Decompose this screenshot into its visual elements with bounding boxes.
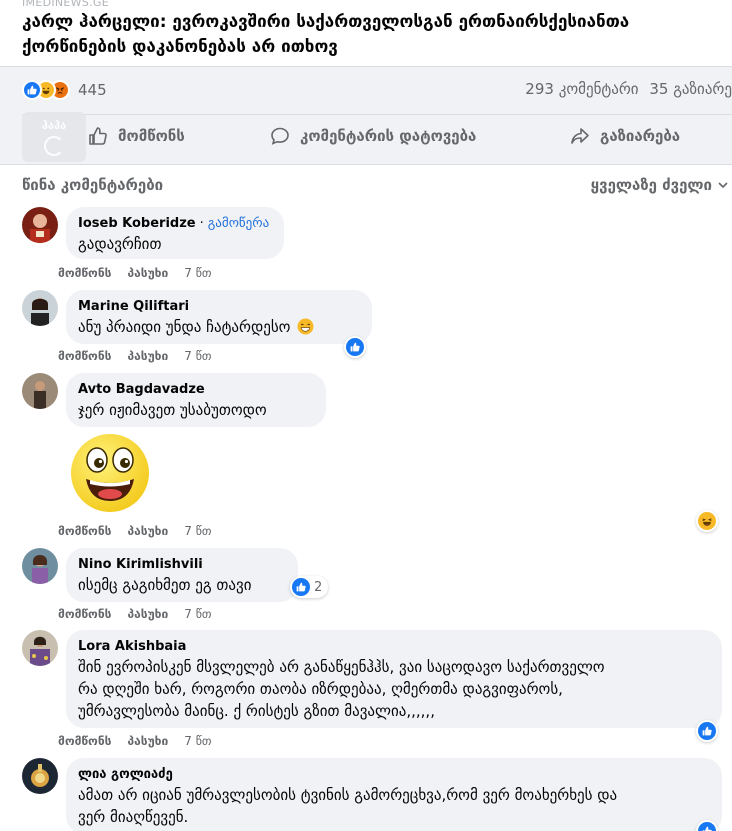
post-source: IMEDINEWS.GE [22, 0, 110, 9]
comment-author[interactable]: ლია გოლიაძე [78, 766, 710, 784]
comment-time[interactable]: 7 წთ [184, 734, 211, 748]
comment-bubble: Nino Kirimlishvili ისემც გაგიხმეთ ეგ თავ… [66, 548, 298, 602]
like-icon [698, 722, 716, 740]
separator-dot: · [199, 216, 204, 231]
comment-like-link[interactable]: მომწონს [58, 607, 111, 621]
comment-button-label: კომენტარის დატოვება [300, 127, 477, 145]
comment-author[interactable]: Avto Bagdavadze [78, 381, 314, 399]
like-button-label: მომწონს [118, 127, 185, 145]
comment-count[interactable]: 293 კომენტარი [525, 80, 638, 98]
comment-time[interactable]: 7 წთ [184, 349, 211, 363]
comment-time[interactable]: 7 წთ [184, 607, 211, 621]
comment-reaction-badge[interactable] [696, 510, 718, 532]
avatar[interactable] [22, 548, 58, 584]
thumbs-up-icon [89, 127, 107, 145]
comment-author[interactable]: Nino Kirimlishvili [78, 556, 286, 574]
chevron-down-icon [718, 182, 728, 189]
comment-like-link[interactable]: მომწონს [58, 266, 111, 280]
avatar[interactable] [22, 207, 58, 243]
share-count[interactable]: 35 გაზიარე [649, 80, 732, 98]
sort-dropdown[interactable]: ყველაზე ძველი [591, 176, 728, 194]
comment-text-line: შინ ევროპისკენ მსვლელებ არ განაწყენჰჰს, … [78, 658, 605, 676]
comment-author[interactable]: Marine Qiliftari [78, 298, 360, 316]
comment-actions: მომწონს პასუხი 7 წთ [58, 266, 228, 280]
comment-actions: მომწონს პასუხი 7 წთ [58, 524, 228, 538]
like-icon [22, 80, 42, 100]
comment-icon [271, 127, 289, 145]
comment-reaction-count: 2 [314, 579, 323, 595]
comment-button[interactable]: კომენტარის დატოვება [270, 126, 476, 146]
like-icon [292, 578, 310, 596]
comment-text-line: ვერ მიაღწევენ. [78, 808, 189, 826]
post-headline[interactable]: კარლ ჰარცელი: ევროკავშირი საქართველოსგან… [22, 10, 722, 60]
comment-like-link[interactable]: მომწონს [58, 524, 111, 538]
comment-like-link[interactable]: მომწონს [58, 349, 111, 363]
comment-like-link[interactable]: მომწონს [58, 734, 111, 748]
post-stats: 293 კომენტარი 35 გაზიარე [519, 80, 732, 98]
comment-actions: მომწონს პასუხი 7 წთ [58, 607, 228, 621]
laughing-emoji-sticker [70, 433, 150, 513]
comment-bubble: ლია გოლიაძე ამათ არ იციან უმრავლესობის ტ… [66, 758, 722, 831]
comment-reply-link[interactable]: პასუხი [127, 266, 168, 280]
share-button[interactable]: გაზიარება [570, 126, 680, 146]
avatar[interactable] [22, 373, 58, 409]
comment-text: ისემც გაგიხმეთ ეგ თავი [78, 576, 252, 594]
comment-reply-link[interactable]: პასუხი [127, 607, 168, 621]
comment-reaction-badge[interactable]: 2 [290, 576, 329, 598]
reaction-summary[interactable]: 445 [22, 78, 107, 102]
comment-bubble: Avto Bagdavadze ჯერ იჟიმავეთ უსაბუთოდო [66, 373, 326, 427]
comment-actions: მომწონს პასუხი 7 წთ [58, 349, 228, 363]
divider [22, 114, 732, 115]
comment-text: ანუ პრაიდი უნდა ჩატარდესო [78, 318, 291, 336]
avatar[interactable] [22, 290, 58, 326]
post-actions: მომწონს კომენტარის დატოვება გაზიარება [0, 116, 732, 158]
comment-time[interactable]: 7 წთ [184, 524, 211, 538]
previous-comments-link[interactable]: წინა კომენტარები [22, 176, 163, 194]
comment-reaction-badge[interactable] [696, 720, 718, 742]
comment-reply-link[interactable]: პასუხი [127, 734, 168, 748]
like-icon [698, 822, 716, 831]
share-icon [571, 128, 589, 144]
like-button[interactable]: მომწონს [88, 126, 185, 146]
comment-author[interactable]: Ioseb Koberidze [78, 216, 196, 231]
grinning-emoji-icon [297, 318, 314, 341]
avatar[interactable] [22, 630, 58, 666]
loading-overlay: ჰაჰა [22, 112, 86, 162]
spinner-icon [44, 135, 64, 156]
divider [0, 66, 732, 67]
sort-label: ყველაზე ძველი [590, 176, 712, 194]
comment-bubble: Lora Akishbaia შინ ევროპისკენ მსვლელებ ა… [66, 630, 722, 728]
comment-author[interactable]: Lora Akishbaia [78, 638, 710, 656]
comments-header: წინა კომენტარები ყველაზე ძველი [22, 176, 728, 194]
follow-link[interactable]: გამოწერა [208, 216, 269, 231]
comment-reaction-badge[interactable] [344, 336, 366, 358]
avatar[interactable] [22, 758, 58, 794]
divider [0, 164, 732, 165]
like-icon [346, 338, 364, 356]
comment-reply-link[interactable]: პასუხი [127, 524, 168, 538]
comment-bubble: Marine Qiliftari ანუ პრაიდი უნდა ჩატარდე… [66, 290, 372, 344]
share-button-label: გაზიარება [600, 127, 681, 145]
comment-text-line: ამათ არ იციან უმრავლესობის ტვინის გამორე… [78, 786, 618, 804]
comment-text-line: უმრავლესობა მაინც. ქ რისტეს გზით მავალია… [78, 702, 435, 720]
comment-time[interactable]: 7 წთ [184, 266, 211, 280]
reaction-count: 445 [78, 81, 107, 99]
comment-reply-link[interactable]: პასუხი [127, 349, 168, 363]
comment-bubble: Ioseb Koberidze · გამოწერა გადავრჩით [66, 207, 284, 259]
comment-text: გადავრჩით [78, 235, 162, 253]
comment-text-line: რა დღეში ხარ, როგორი თაობა იზრდებაა, ღმე… [78, 680, 563, 698]
comment-text: ჯერ იჟიმავეთ უსაბუთოდო [78, 401, 267, 419]
comment-actions: მომწონს პასუხი 7 წთ [58, 734, 228, 748]
haha-icon [698, 512, 716, 530]
loading-label: ჰაჰა [41, 118, 67, 132]
